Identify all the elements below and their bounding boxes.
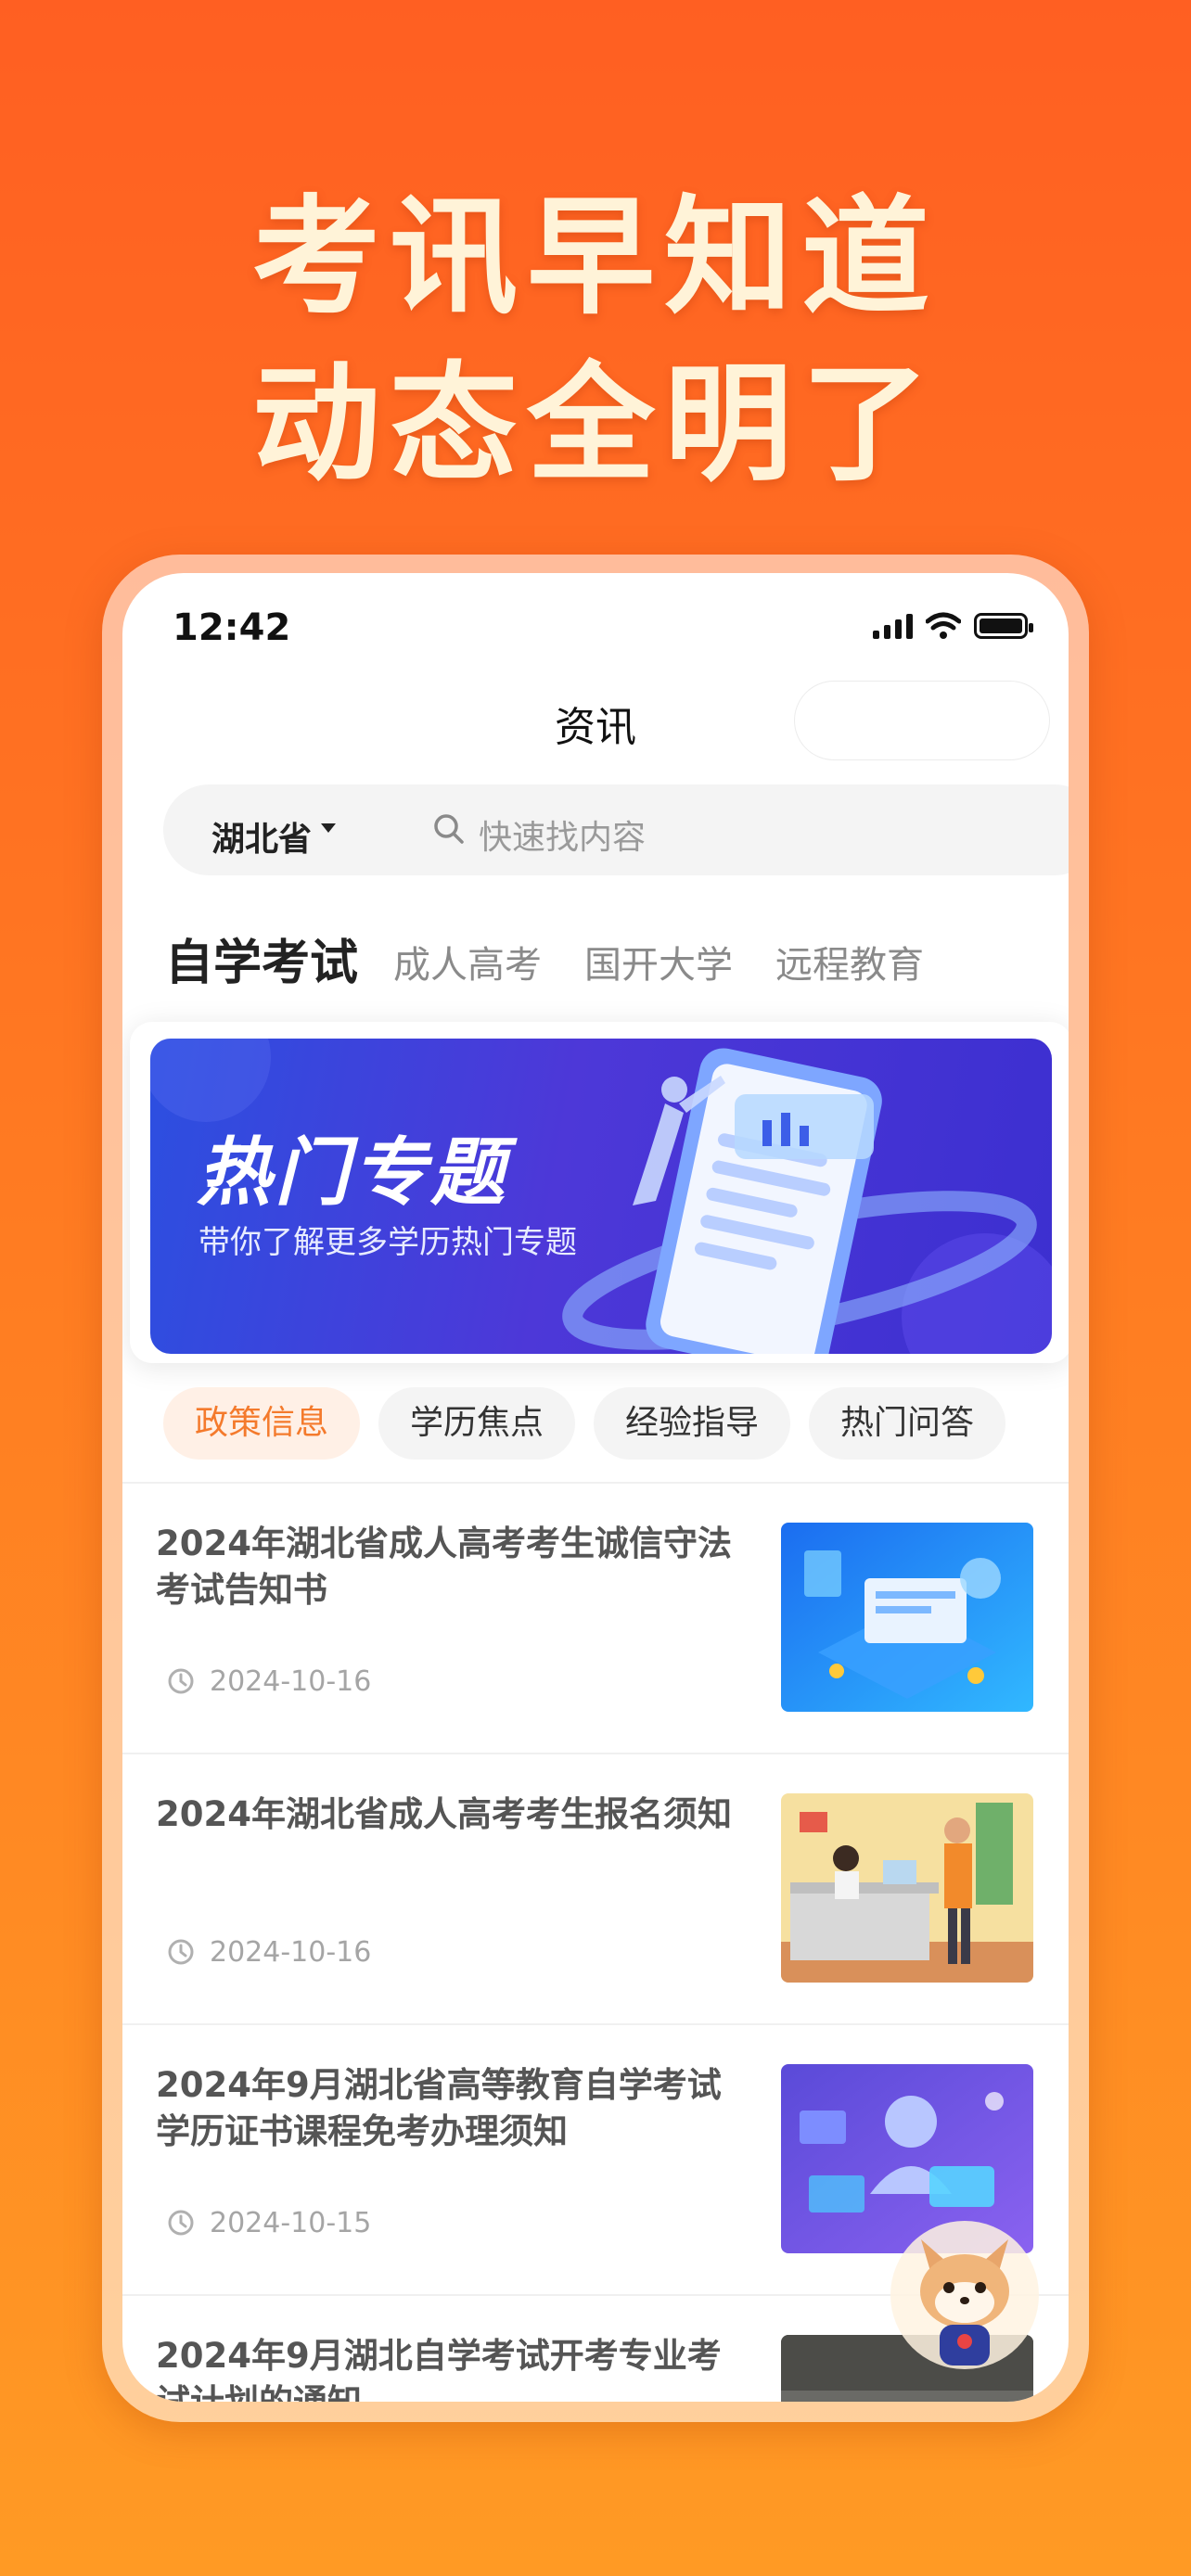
news-title: 2024年9月湖北省高等教育自学考试学历证书课程免考办理须知 bbox=[156, 2065, 722, 2151]
banner-title: 热门专题 bbox=[197, 1129, 508, 1216]
tab-yuancheng[interactable]: 远程教育 bbox=[775, 935, 924, 988]
search-bar[interactable]: 湖北省 快速找内容 bbox=[163, 784, 1069, 875]
news-title: 2024年湖北省成人高考考生报名须知 bbox=[156, 1794, 732, 1834]
status-bar: 12:42 bbox=[122, 573, 1069, 666]
province-selector[interactable]: 湖北省 bbox=[211, 812, 312, 861]
battery-icon bbox=[974, 613, 1033, 639]
news-thumbnail bbox=[781, 1793, 1033, 1983]
promo-headline-2: 动态全明了 bbox=[251, 350, 939, 499]
mascot-assistant-icon[interactable] bbox=[886, 2202, 1044, 2378]
news-item[interactable]: 2024年湖北省成人高考考生诚信守法考试告知书 2024-10-16 bbox=[122, 1484, 1069, 1753]
tab-xueli[interactable]: 学历焦点 bbox=[378, 1387, 575, 1460]
search-input[interactable]: 快速找内容 bbox=[479, 810, 646, 859]
clock-icon bbox=[168, 1939, 194, 1965]
promo-headline-1: 考讯早知道 bbox=[251, 183, 939, 332]
tab-zixue[interactable]: 自学考试 bbox=[165, 924, 358, 993]
miniapp-capsule[interactable] bbox=[794, 681, 1050, 760]
tab-chengren[interactable]: 成人高考 bbox=[393, 935, 542, 988]
news-item[interactable]: 2024年湖北省成人高考考生报名须知 2024-10-16 bbox=[122, 1754, 1069, 2023]
status-time: 12:42 bbox=[173, 606, 291, 649]
news-date: 2024-10-16 bbox=[210, 1665, 372, 1698]
news-date: 2024-10-16 bbox=[210, 1936, 372, 1969]
nav-bar: 资讯 bbox=[122, 675, 1069, 768]
tab-zhengce[interactable]: 政策信息 bbox=[163, 1387, 360, 1460]
phone-screen: 12:42 资讯 湖北省 快速找内容 自学考试 成人高考 国开大学 远程教育 热… bbox=[122, 573, 1069, 2402]
tab-guokai[interactable]: 国开大学 bbox=[584, 935, 733, 988]
news-date: 2024-10-15 bbox=[210, 2207, 372, 2239]
tab-jingyan[interactable]: 经验指导 bbox=[594, 1387, 790, 1460]
news-title: 2024年湖北省成人高考考生诚信守法考试告知书 bbox=[156, 1524, 732, 1610]
wifi-icon bbox=[926, 612, 961, 639]
banner-subtitle: 带你了解更多学历热门专题 bbox=[198, 1224, 577, 1261]
news-title: 2024年9月湖北自学考试开考专业考试计划的通知 bbox=[156, 2336, 722, 2402]
signal-icon bbox=[873, 613, 913, 639]
status-icons bbox=[873, 610, 1033, 642]
clock-icon bbox=[168, 2210, 194, 2236]
clock-icon bbox=[168, 1668, 194, 1694]
tab-wenda[interactable]: 热门问答 bbox=[809, 1387, 1005, 1460]
news-thumbnail bbox=[781, 1523, 1033, 1712]
caret-down-icon bbox=[321, 823, 336, 833]
hot-topics-banner[interactable]: 热门专题 带你了解更多学历热门专题 bbox=[150, 1039, 1052, 1354]
search-icon bbox=[434, 814, 464, 844]
